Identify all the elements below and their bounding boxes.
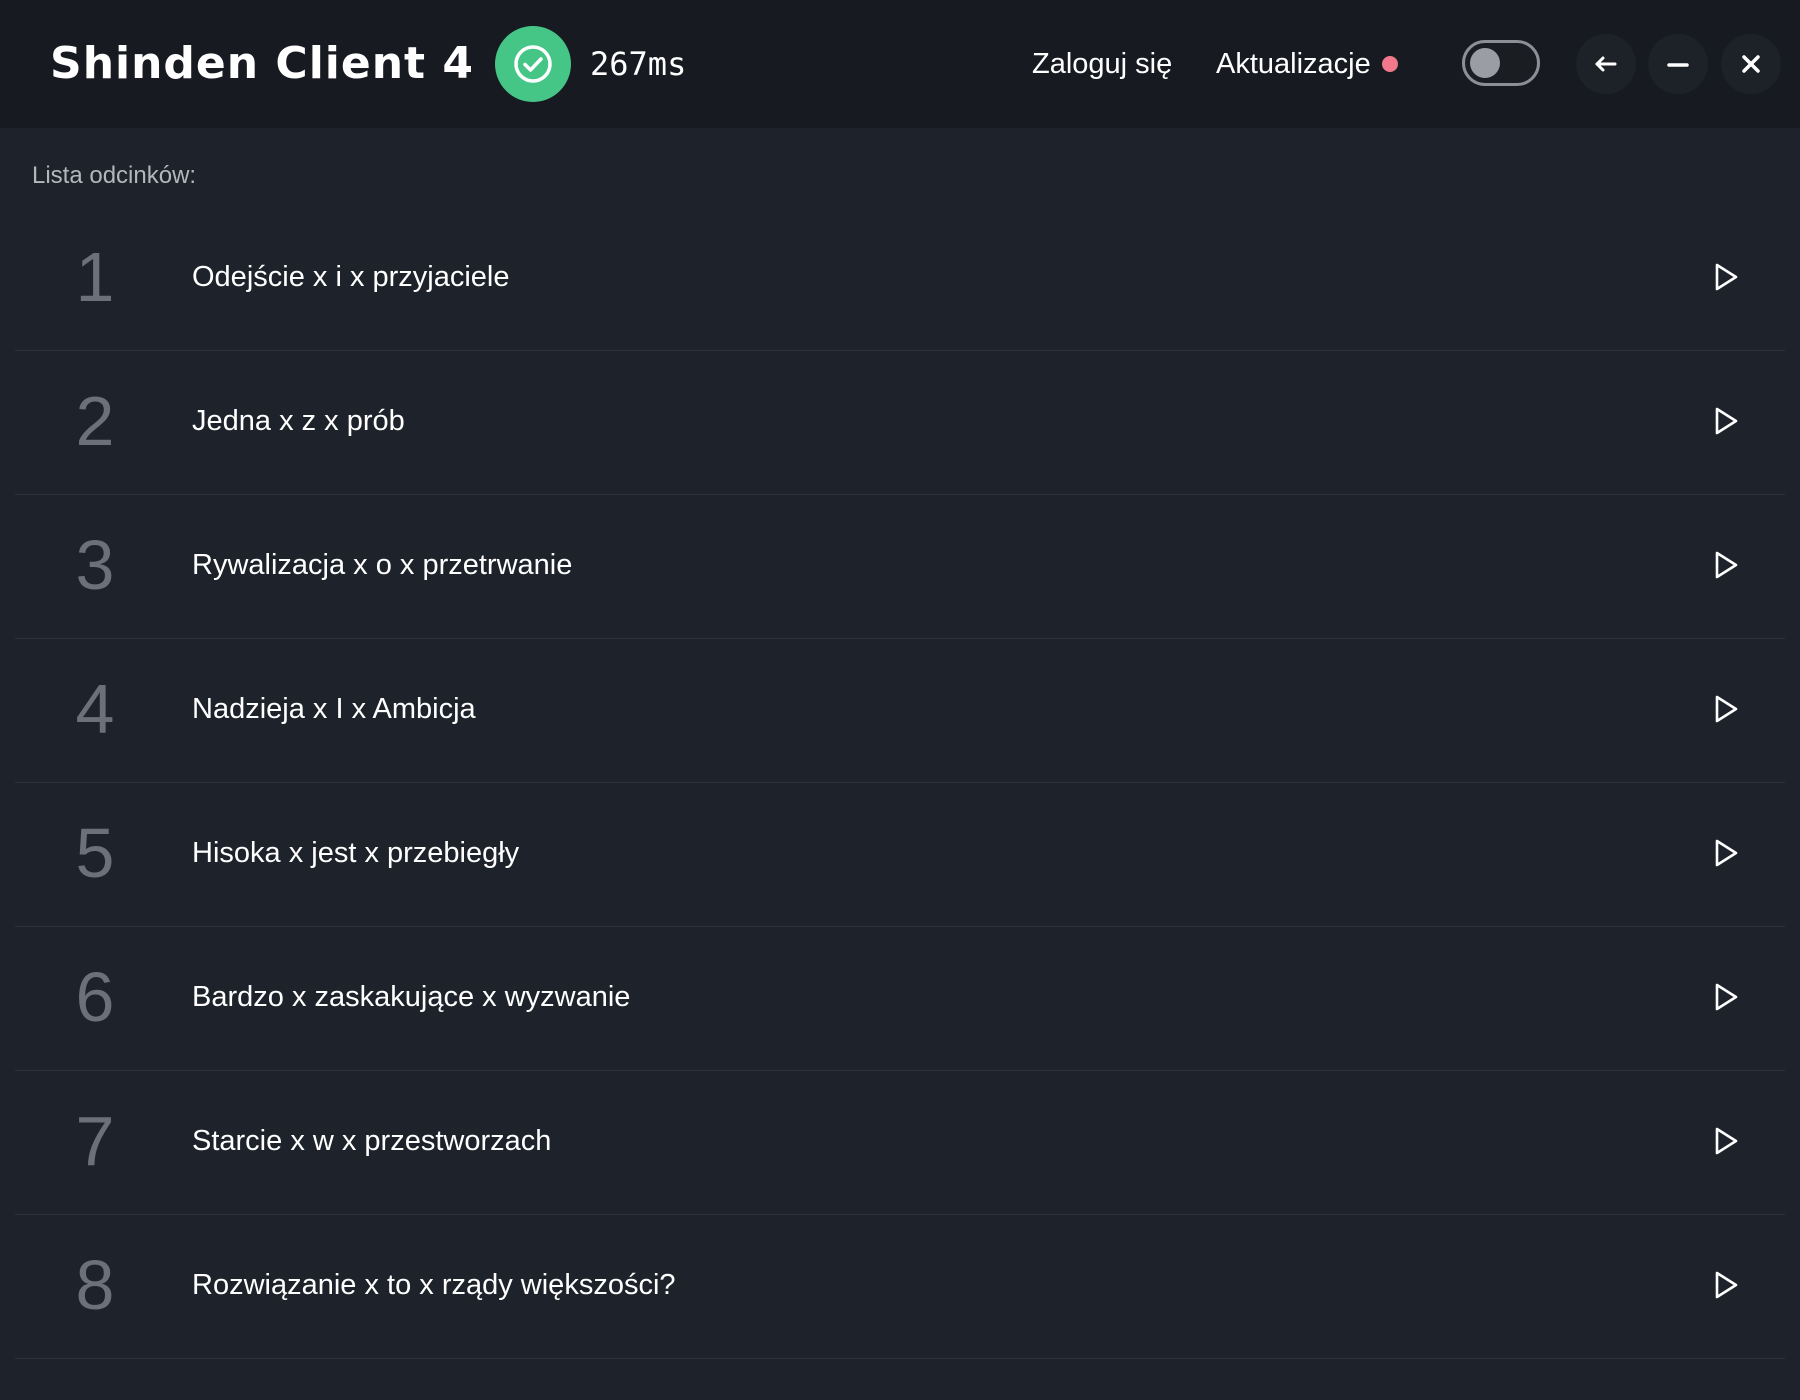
- check-circle-icon: [514, 45, 552, 83]
- episode-row[interactable]: 5 Hisoka x jest x przebiegły: [15, 783, 1785, 927]
- episode-row[interactable]: 2 Jedna x z x prób: [15, 351, 1785, 495]
- episode-number: 7: [75, 1102, 115, 1180]
- close-button[interactable]: [1721, 34, 1781, 94]
- play-icon: [1715, 1271, 1738, 1299]
- connection-status-icon: [495, 26, 571, 102]
- update-indicator-dot: [1382, 56, 1398, 72]
- play-button[interactable]: [1705, 975, 1745, 1019]
- app-window: Shinden Client 4 267ms Zaloguj się Aktua…: [0, 0, 1800, 1400]
- episode-row[interactable]: 7 Starcie x w x przestworzach: [15, 1071, 1785, 1215]
- close-icon: [1742, 55, 1760, 73]
- episode-title: Hisoka x jest x przebiegły: [192, 837, 520, 869]
- episode-number: 2: [75, 382, 115, 460]
- play-button[interactable]: [1705, 543, 1745, 587]
- episode-number: 1: [75, 238, 115, 316]
- episode-title: Odejście x i x przyjaciele: [192, 261, 510, 293]
- play-icon: [1715, 551, 1738, 579]
- episode-list: 1 Odejście x i x przyjaciele 2 Jedna x z…: [15, 207, 1785, 1359]
- play-button[interactable]: [1705, 399, 1745, 443]
- updates-link[interactable]: Aktualizacje: [1216, 44, 1371, 84]
- play-button[interactable]: [1705, 1119, 1745, 1163]
- theme-toggle[interactable]: [1462, 40, 1540, 86]
- episode-title: Jedna x z x prób: [192, 405, 405, 437]
- play-button[interactable]: [1705, 1263, 1745, 1307]
- minus-icon: [1667, 63, 1689, 67]
- play-icon: [1715, 839, 1738, 867]
- play-button[interactable]: [1705, 687, 1745, 731]
- app-title: Shinden Client 4: [50, 38, 474, 89]
- episode-row[interactable]: 3 Rywalizacja x o x przetrwanie: [15, 495, 1785, 639]
- episode-number: 6: [75, 958, 115, 1036]
- episode-row[interactable]: 4 Nadzieja x I x Ambicja: [15, 639, 1785, 783]
- play-icon: [1715, 407, 1738, 435]
- play-button[interactable]: [1705, 831, 1745, 875]
- episode-number: 4: [75, 670, 115, 748]
- toggle-knob: [1470, 48, 1500, 78]
- play-icon: [1715, 1127, 1738, 1155]
- minimize-button[interactable]: [1648, 34, 1708, 94]
- episode-title: Nadzieja x I x Ambicja: [192, 693, 476, 725]
- play-icon: [1715, 983, 1738, 1011]
- play-icon: [1715, 263, 1738, 291]
- login-link[interactable]: Zaloguj się: [1032, 44, 1172, 84]
- episode-title: Bardzo x zaskakujące x wyzwanie: [192, 981, 631, 1013]
- arrow-left-icon: [1595, 56, 1617, 72]
- ping-value: 267ms: [590, 45, 687, 83]
- play-icon: [1715, 695, 1738, 723]
- episode-title: Starcie x w x przestworzach: [192, 1125, 552, 1157]
- episode-list-heading: Lista odcinków:: [32, 162, 197, 189]
- episode-row[interactable]: 8 Rozwiązanie x to x rządy większości?: [15, 1215, 1785, 1359]
- episode-number: 3: [75, 526, 115, 604]
- episode-title: Rywalizacja x o x przetrwanie: [192, 549, 573, 581]
- episode-number: 5: [75, 814, 115, 892]
- episode-title: Rozwiązanie x to x rządy większości?: [192, 1269, 676, 1301]
- episode-number: 8: [75, 1246, 115, 1324]
- episode-row[interactable]: 6 Bardzo x zaskakujące x wyzwanie: [15, 927, 1785, 1071]
- episode-row[interactable]: 1 Odejście x i x przyjaciele: [15, 207, 1785, 351]
- title-bar: Shinden Client 4 267ms Zaloguj się Aktua…: [0, 0, 1800, 128]
- play-button[interactable]: [1705, 255, 1745, 299]
- back-button[interactable]: [1576, 34, 1636, 94]
